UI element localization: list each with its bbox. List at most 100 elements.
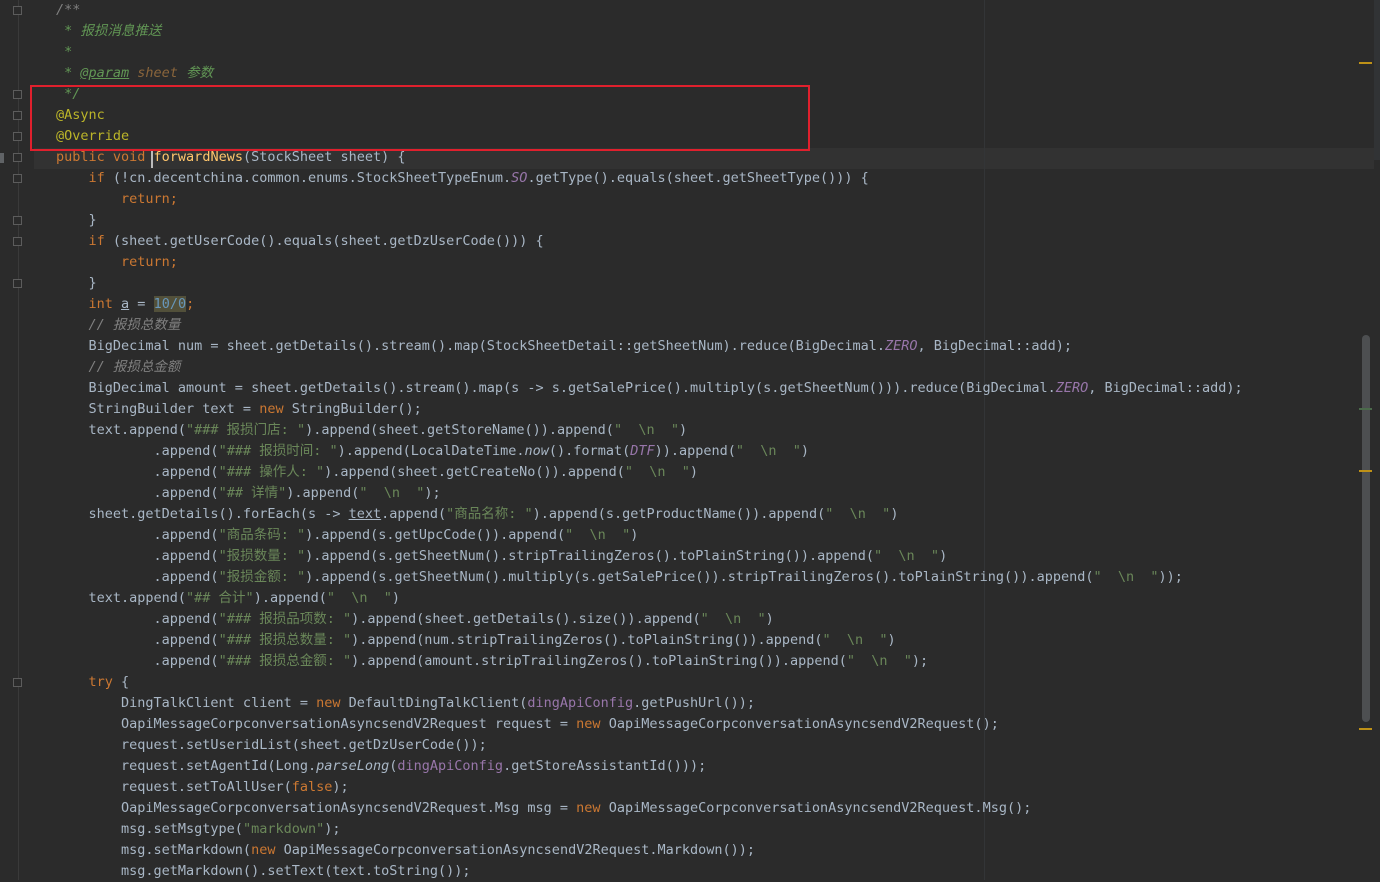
code-token: ) (689, 464, 698, 480)
code-line[interactable]: // 报损总数量 (56, 315, 181, 336)
code-line[interactable]: if (sheet.getUserCode().equals(sheet.get… (56, 231, 544, 252)
code-token: " \n " (565, 527, 631, 543)
code-line[interactable]: // 报损总金额 (56, 357, 181, 378)
code-token: .append( (56, 653, 219, 669)
code-line[interactable]: .append("### 操作人: ").append(sheet.getCre… (56, 462, 698, 483)
code-token: ).append(sheet.getDetails().size()).appe… (351, 611, 701, 627)
editor-gutter[interactable] (0, 0, 34, 880)
code-line[interactable]: text.append("## 合计").append(" \n ") (56, 588, 401, 609)
code-line[interactable]: OapiMessageCorpconversationAsyncsendV2Re… (56, 714, 999, 735)
code-line[interactable]: if (!cn.decentchina.common.enums.StockSh… (56, 168, 869, 189)
code-token: now (524, 443, 549, 459)
annotation-highlight-box (30, 85, 810, 151)
code-token: "## 合计" (186, 590, 254, 606)
code-line[interactable]: .append("商品条码: ").append(s.getUpcCode())… (56, 525, 639, 546)
code-token: new (576, 716, 601, 732)
code-token: @param (80, 65, 130, 81)
breakpoint-marker[interactable] (0, 153, 4, 163)
code-token: (sheet.getUserCode().equals(sheet.getDzU… (104, 233, 544, 249)
fold-marker[interactable] (13, 153, 22, 162)
code-token: 参数 (177, 65, 214, 81)
fold-marker[interactable] (13, 6, 22, 15)
code-token: new (576, 800, 601, 816)
code-token: dingApiConfig (397, 758, 504, 774)
code-line[interactable]: .append("报损金额: ").append(s.getSheetNum()… (56, 567, 1183, 588)
code-token: ).append(LocalDateTime. (337, 443, 525, 459)
code-line[interactable]: msg.setMsgtype("markdown"); (56, 819, 340, 840)
warning-marker[interactable] (1359, 728, 1372, 730)
code-token: .append( (56, 548, 219, 564)
code-token: ).append(s.getUpcCode()).append( (305, 527, 566, 543)
code-token: .getStoreAssistantId())); (503, 758, 707, 774)
code-line[interactable]: .append("### 报损总数量: ").append(num.stripT… (56, 630, 896, 651)
code-line[interactable]: BigDecimal amount = sheet.getDetails().s… (56, 378, 1243, 399)
code-line[interactable]: DingTalkClient client = new DefaultDingT… (56, 693, 755, 714)
code-line[interactable]: /** (56, 0, 80, 21)
fold-marker[interactable] (13, 216, 22, 225)
code-token: , BigDecimal::add); (1088, 380, 1243, 396)
code-line[interactable]: StringBuilder text = new StringBuilder()… (56, 399, 422, 420)
code-token: ZERO (1055, 380, 1089, 396)
code-line[interactable]: return; (56, 252, 178, 273)
code-line[interactable]: return; (56, 189, 178, 210)
code-line[interactable]: } (56, 210, 97, 231)
code-token: // 报损总金额 (88, 359, 181, 375)
code-line[interactable]: msg.setMarkdown(new OapiMessageCorpconve… (56, 840, 755, 861)
code-line[interactable]: } (56, 273, 97, 294)
fold-marker[interactable] (13, 678, 22, 687)
fold-marker[interactable] (13, 237, 22, 246)
code-token: ).append(amount.stripTrailingZeros().toP… (351, 653, 847, 669)
code-token: text.append( (56, 590, 187, 606)
code-line[interactable]: int a = 10/0; (56, 294, 194, 315)
fold-marker[interactable] (13, 111, 22, 120)
code-line[interactable]: .append("报损数量: ").append(s.getSheetNum()… (56, 546, 948, 567)
code-line[interactable]: text.append("### 报损门店: ").append(sheet.g… (56, 420, 688, 441)
fold-marker[interactable] (13, 279, 22, 288)
warning-marker[interactable] (1359, 470, 1372, 472)
code-line[interactable]: try { (56, 672, 130, 693)
code-line[interactable]: request.setUseridList(sheet.getDzUserCod… (56, 735, 487, 756)
code-token: = (129, 296, 154, 312)
code-line[interactable]: .append("### 报损时间: ").append(LocalDateTi… (56, 441, 810, 462)
code-line[interactable]: request.setAgentId(Long.parseLong(dingAp… (56, 756, 706, 777)
code-token: "商品条码: " (218, 527, 306, 543)
code-token: text.append( (56, 422, 187, 438)
code-token: msg.getMarkdown().setText(text.toString(… (56, 863, 471, 879)
code-line[interactable]: BigDecimal num = sheet.getDetails().stre… (56, 336, 1072, 357)
code-token: ) (887, 632, 896, 648)
vertical-scrollbar[interactable] (1362, 335, 1370, 722)
code-line[interactable]: request.setToAllUser(false); (56, 777, 349, 798)
code-token: dingApiConfig (527, 695, 634, 711)
code-token: text (348, 506, 382, 522)
code-line[interactable]: * 报损消息推送 (56, 21, 161, 42)
change-marker[interactable] (1359, 408, 1372, 410)
code-token: ).append(sheet.getStoreName()).append( (305, 422, 614, 438)
code-token: "### 报损总数量: " (218, 632, 352, 648)
code-token: new (251, 842, 276, 858)
code-token: ) (800, 443, 810, 459)
fold-marker[interactable] (13, 132, 22, 141)
code-line[interactable]: msg.getMarkdown().setText(text.toString(… (56, 861, 471, 882)
code-token: ) (391, 590, 401, 606)
code-line[interactable]: * @param sheet 参数 (56, 63, 213, 84)
code-line[interactable]: OapiMessageCorpconversationAsyncsendV2Re… (56, 798, 1031, 819)
code-line[interactable]: .append("### 报损品项数: ").append(sheet.getD… (56, 609, 774, 630)
code-token: OapiMessageCorpconversationAsyncsendV2Re… (56, 716, 577, 732)
code-token: sheet.getDetails().forEach(s -> (56, 506, 349, 522)
warning-marker[interactable] (1359, 62, 1372, 64)
code-token: "### 报损时间: " (218, 443, 338, 459)
code-line[interactable]: .append("## 详情").append(" \n "); (56, 483, 441, 504)
fold-marker[interactable] (13, 90, 22, 99)
code-token: request.setAgentId(Long. (56, 758, 317, 774)
code-line[interactable]: .append("### 报损总金额: ").append(amount.str… (56, 651, 929, 672)
code-token: ) (890, 506, 899, 522)
fold-marker[interactable] (13, 174, 22, 183)
code-token: BigDecimal num = sheet.getDetails().stre… (56, 338, 886, 354)
code-token: "报损数量: " (218, 548, 306, 564)
code-line[interactable]: * (56, 42, 72, 63)
code-token: request.setUseridList(sheet.getDzUserCod… (56, 737, 487, 753)
code-line[interactable]: sheet.getDetails().forEach(s -> text.app… (56, 504, 899, 525)
